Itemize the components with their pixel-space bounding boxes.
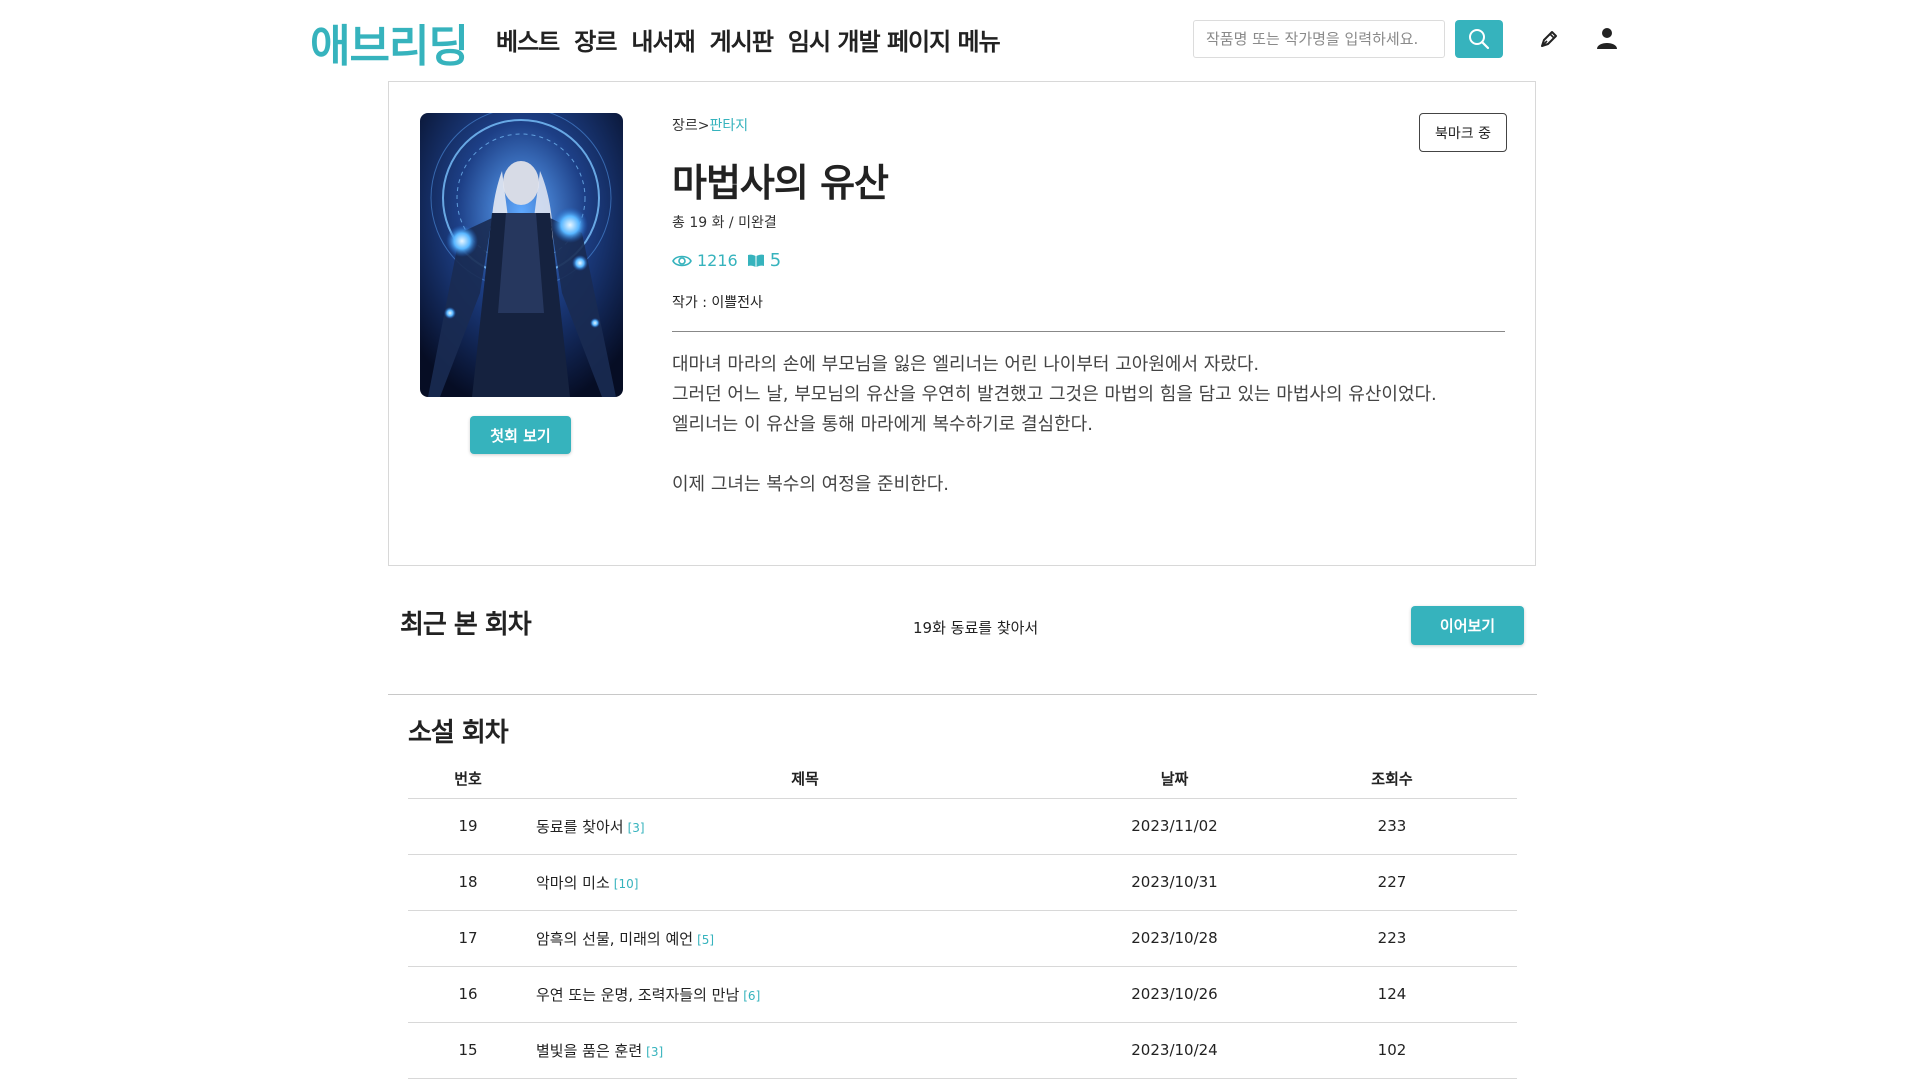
user-icon — [1597, 28, 1617, 49]
episode-date: 2023/10/24 — [1082, 1022, 1267, 1079]
comment-count: [3] — [627, 820, 645, 835]
bookmark-count: 5 — [769, 250, 782, 271]
episode-title-link[interactable]: 악마의 미소 — [536, 874, 610, 892]
nav-item-board[interactable]: 게시판 — [710, 22, 774, 57]
table-row[interactable]: 17 암흑의 선물, 미래의 예언 [5] 2023/10/28 223 — [408, 910, 1517, 967]
episode-number: 19 — [408, 798, 528, 855]
description-line: 그러던 어느 날, 부모님의 유산을 우연히 발견했고 그것은 마법의 힘을 담… — [672, 384, 1437, 405]
nav-item-best[interactable]: 베스트 — [496, 22, 560, 57]
comment-count: [5] — [697, 932, 715, 947]
description-line: 엘리너는 이 유산을 통해 마라에게 복수하기로 결심한다. — [672, 414, 1093, 435]
recent-episode-heading: 최근 본 회차 — [400, 610, 532, 640]
table-row[interactable]: 16 우연 또는 운명, 조력자들의 만남 [6] 2023/10/26 124 — [408, 966, 1517, 1023]
episode-number: 18 — [408, 854, 528, 911]
search-input[interactable] — [1193, 20, 1445, 58]
episode-number: 15 — [408, 1022, 528, 1079]
description-line — [672, 440, 1505, 470]
episode-views: 223 — [1267, 910, 1517, 967]
episode-number: 17 — [408, 910, 528, 967]
nav-item-library[interactable]: 내서재 — [631, 22, 695, 57]
first-episode-button[interactable]: 첫회 보기 — [470, 416, 571, 454]
comment-count: [6] — [743, 988, 761, 1003]
write-button[interactable] — [1534, 24, 1564, 54]
site-logo[interactable]: 애브리딩 — [310, 10, 469, 74]
episode-table: 번호 제목 날짜 조회수 19 동료를 찾아서 [3] 2023/11/02 23… — [408, 759, 1517, 1079]
breadcrumb: 장르>판타지 — [672, 115, 748, 135]
column-header-number: 번호 — [408, 759, 528, 799]
genre-link[interactable]: 판타지 — [710, 118, 749, 134]
episode-title-cell: 우연 또는 운명, 조력자들의 만남 [6] — [528, 966, 1082, 1023]
view-count: 1216 — [697, 251, 738, 270]
bookmark-button[interactable]: 북마크 중 — [1419, 113, 1507, 152]
nav-item-dev-menu[interactable]: 임시 개발 페이지 메뉴 — [788, 22, 1001, 57]
episode-title-cell: 동료를 찾아서 [3] — [528, 798, 1082, 855]
episode-views: 227 — [1267, 854, 1517, 911]
user-menu-button[interactable] — [1591, 22, 1623, 54]
episode-views: 102 — [1267, 1022, 1517, 1079]
novel-title: 마법사의 유산 — [672, 161, 889, 205]
divider — [672, 331, 1505, 332]
column-header-date: 날짜 — [1082, 759, 1267, 799]
search-button[interactable] — [1455, 20, 1503, 58]
episode-list-heading: 소설 회차 — [408, 718, 509, 748]
episode-date: 2023/10/26 — [1082, 966, 1267, 1023]
episode-title-link[interactable]: 동료를 찾아서 — [536, 818, 624, 836]
novel-description: 대마녀 마라의 손에 부모님을 잃은 엘리너는 어린 나이부터 고아원에서 자랐… — [672, 350, 1505, 500]
episode-title-link[interactable]: 별빛을 품은 훈련 — [536, 1042, 642, 1060]
nav-item-genre[interactable]: 장르 — [574, 22, 617, 57]
episode-views: 233 — [1267, 798, 1517, 855]
episode-views: 124 — [1267, 966, 1517, 1023]
episode-date: 2023/10/31 — [1082, 854, 1267, 911]
author-name: 작가 : 이쁠전사 — [672, 295, 763, 311]
episode-title-cell: 별빛을 품은 훈련 [3] — [528, 1022, 1082, 1079]
table-row[interactable]: 18 악마의 미소 [10] 2023/10/31 227 — [408, 854, 1517, 911]
episode-date: 2023/11/02 — [1082, 798, 1267, 855]
episode-info: 총 19 화 / 미완결 — [672, 215, 777, 231]
episode-title-cell: 악마의 미소 [10] — [528, 854, 1082, 911]
pen-icon — [1541, 31, 1557, 47]
episode-title-link[interactable]: 암흑의 선물, 미래의 예언 — [536, 930, 693, 948]
novel-stats: 1216 5 — [672, 250, 781, 271]
description-line: 이제 그녀는 복수의 여정을 준비한다. — [672, 474, 950, 495]
genre-label: 장르> — [672, 118, 710, 134]
episode-number: 16 — [408, 966, 528, 1023]
recent-episode-link[interactable]: 19화 동료를 찾아서 — [913, 617, 1038, 638]
divider — [388, 694, 1537, 695]
comment-count: [3] — [646, 1044, 664, 1059]
novel-info-card: 첫회 보기 장르>판타지 마법사의 유산 총 19 화 / 미완결 1216 5… — [388, 81, 1536, 566]
column-header-title: 제목 — [528, 759, 1082, 799]
table-row[interactable]: 19 동료를 찾아서 [3] 2023/11/02 233 — [408, 798, 1517, 855]
episode-title-cell: 암흑의 선물, 미래의 예언 [5] — [528, 910, 1082, 967]
episode-title-link[interactable]: 우연 또는 운명, 조력자들의 만남 — [536, 986, 739, 1004]
column-header-views: 조회수 — [1267, 759, 1517, 799]
table-row[interactable]: 15 별빛을 품은 훈련 [3] 2023/10/24 102 — [408, 1022, 1517, 1079]
main-nav: 베스트 장르 내서재 게시판 임시 개발 페이지 메뉴 — [496, 22, 1001, 57]
comment-count: [10] — [613, 876, 639, 891]
table-header-row: 번호 제목 날짜 조회수 — [408, 759, 1517, 799]
search-icon — [1469, 29, 1490, 50]
description-line: 대마녀 마라의 손에 부모님을 잃은 엘리너는 어린 나이부터 고아원에서 자랐… — [672, 354, 1260, 375]
eye-icon — [672, 255, 692, 266]
continue-reading-button[interactable]: 이어보기 — [1411, 606, 1524, 645]
episode-date: 2023/10/28 — [1082, 910, 1267, 967]
novel-cover-image — [420, 113, 623, 397]
book-icon — [747, 254, 764, 267]
